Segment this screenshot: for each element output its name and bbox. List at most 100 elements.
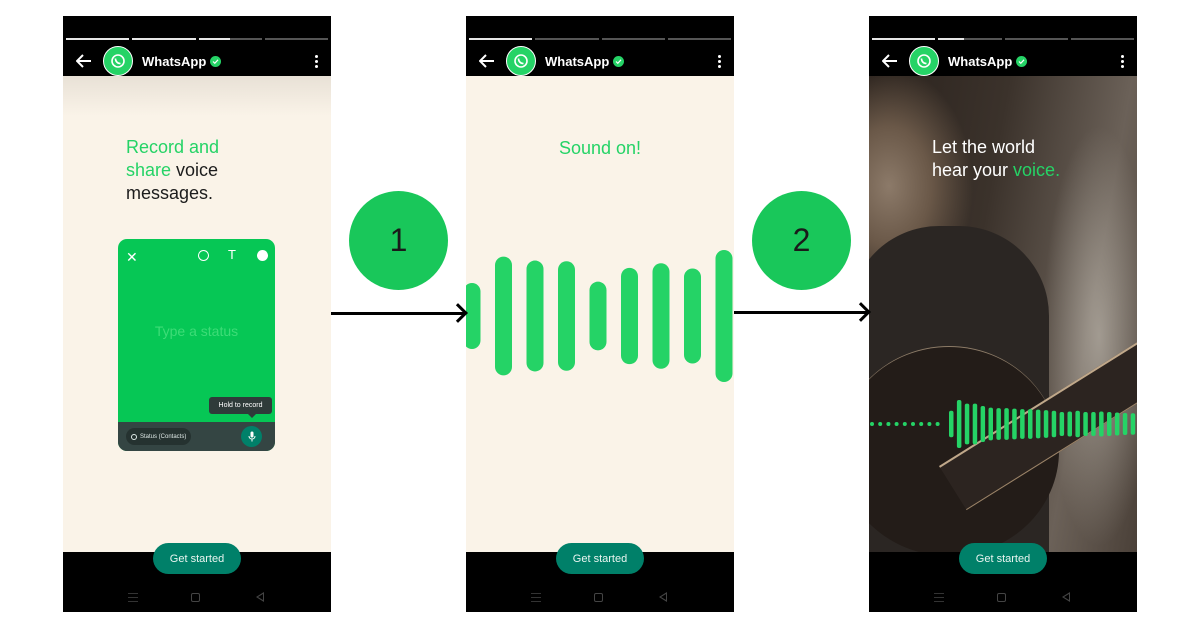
waveform-bar	[1020, 409, 1025, 439]
waveform-dot	[919, 422, 924, 426]
whatsapp-logo-icon[interactable]	[909, 46, 939, 76]
emoji-icon	[198, 250, 209, 261]
waveform-bar	[988, 407, 993, 441]
step-badge: 1	[349, 191, 448, 290]
waveform-bar	[466, 283, 481, 349]
waveform-bar	[1122, 412, 1128, 436]
phone-screen-record-voice: WhatsApp Record and share voice messages…	[63, 16, 331, 612]
progress-segment	[601, 38, 665, 40]
arrow-right-icon	[331, 312, 464, 315]
progress-segment	[535, 38, 599, 40]
status-placeholder: Type a status	[154, 323, 239, 339]
arrow-left-icon[interactable]	[69, 46, 99, 76]
waveform-bar	[1099, 411, 1104, 437]
progress-fill	[469, 38, 533, 40]
status-header: WhatsApp	[63, 46, 331, 76]
progress-fill	[872, 38, 936, 40]
waveform-bar	[715, 250, 733, 382]
waveform-bar	[1091, 412, 1096, 436]
waveform-bar	[652, 263, 670, 369]
story-content: Record and share voice messages. ✕ T Typ…	[63, 76, 331, 552]
waveform-bar	[1107, 412, 1112, 436]
waveform-bar	[1130, 413, 1136, 435]
arrow-left-icon[interactable]	[875, 46, 905, 76]
progress-fill	[198, 38, 231, 40]
palette-icon	[257, 250, 268, 261]
story-progress-bar	[469, 38, 731, 40]
progress-segment	[132, 38, 196, 40]
waveform-bar	[996, 408, 1001, 440]
status-header: WhatsApp	[869, 46, 1137, 76]
waveform-bar	[1028, 409, 1033, 439]
sound-waveform	[466, 250, 733, 382]
status-composer-preview: ✕ T Type a status Hold to record Status …	[118, 239, 275, 451]
waveform-dot	[935, 422, 940, 426]
waveform-bar	[964, 403, 970, 445]
progress-fill	[132, 38, 196, 40]
mic-icon	[241, 426, 262, 447]
arrow-left-icon[interactable]	[472, 46, 502, 76]
waveform-dot	[886, 422, 891, 426]
progress-segment	[66, 38, 130, 40]
waveform-bar	[1012, 408, 1017, 440]
progress-fill	[938, 38, 964, 40]
waveform-dot	[878, 422, 883, 426]
progress-segment	[667, 38, 731, 40]
waveform-bar	[949, 410, 954, 438]
more-vertical-icon[interactable]	[313, 54, 319, 68]
waveform-bar	[1083, 412, 1088, 436]
home-icon[interactable]	[191, 593, 200, 602]
waveform-bar	[972, 403, 978, 445]
recents-icon[interactable]	[934, 593, 944, 602]
more-vertical-icon[interactable]	[716, 54, 722, 68]
onboarding-flow: WhatsApp Record and share voice messages…	[0, 0, 1200, 628]
privacy-icon	[131, 433, 137, 440]
close-icon: ✕	[126, 249, 138, 265]
nav-back-icon[interactable]	[659, 592, 667, 602]
progress-segment	[198, 38, 262, 40]
progress-fill	[66, 38, 130, 40]
waveform-bar	[1067, 411, 1072, 437]
get-started-button[interactable]: Get started	[959, 543, 1047, 574]
nav-back-icon[interactable]	[256, 592, 264, 602]
progress-segment	[1070, 38, 1134, 40]
nav-back-icon[interactable]	[1062, 592, 1070, 602]
recents-icon[interactable]	[128, 593, 138, 602]
waveform-bar	[980, 406, 986, 442]
story-content: Sound on!	[466, 76, 734, 552]
waveform-bar	[1004, 408, 1009, 440]
progress-segment	[938, 38, 1002, 40]
get-started-button[interactable]: Get started	[153, 543, 241, 574]
waveform-bar	[1043, 410, 1049, 438]
phone-screen-sound-on: WhatsApp Sound on! Get started	[466, 16, 734, 612]
step-badge: 2	[752, 191, 851, 290]
progress-segment	[872, 38, 936, 40]
hold-to-record-tooltip: Hold to record	[209, 397, 272, 418]
more-vertical-icon[interactable]	[1119, 54, 1125, 68]
account-name[interactable]: WhatsApp	[948, 54, 1012, 69]
whatsapp-logo-icon[interactable]	[103, 46, 133, 76]
waveform-dot	[911, 422, 915, 426]
headline: Record and share voice messages.	[126, 136, 219, 205]
audience-label: Status (Contacts)	[140, 433, 187, 440]
composer-footer: Status (Contacts)	[118, 422, 275, 451]
voice-waveform	[870, 400, 1136, 448]
get-started-button[interactable]: Get started	[556, 543, 644, 574]
verified-check-icon	[613, 55, 625, 67]
waveform-bar	[558, 261, 575, 371]
account-name[interactable]: WhatsApp	[142, 54, 206, 69]
home-icon[interactable]	[594, 593, 603, 602]
waveform-dot	[927, 422, 932, 426]
recents-icon[interactable]	[531, 593, 541, 602]
waveform-dot	[902, 422, 907, 426]
progress-segment	[264, 38, 328, 40]
waveform-bar	[1075, 410, 1080, 438]
arrow-right-icon	[734, 311, 867, 314]
whatsapp-logo-icon[interactable]	[506, 46, 536, 76]
waveform-bar	[495, 256, 512, 376]
waveform-dot	[870, 422, 874, 426]
account-name[interactable]: WhatsApp	[545, 54, 609, 69]
waveform-bar	[526, 260, 544, 372]
verified-check-icon	[1016, 55, 1028, 67]
home-icon[interactable]	[997, 593, 1006, 602]
